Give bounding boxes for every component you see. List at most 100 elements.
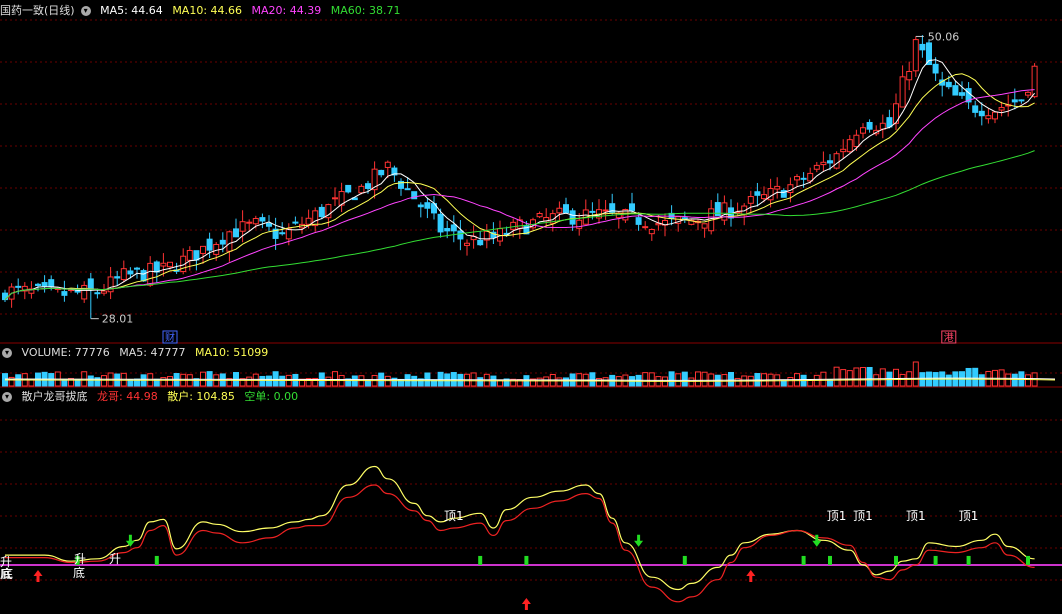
candle-body [266,223,272,227]
candle-body [1031,65,1038,98]
candle-body [312,210,319,227]
volume-bar [1005,373,1012,387]
volume-bars [2,361,1056,387]
buy-arrow-icon [521,598,531,610]
sell-arrow-icon [634,534,644,547]
candle-body [794,176,800,181]
sell-arrow-icon [812,534,822,547]
longge-label: 龙哥: 44.98 [97,390,158,403]
candle-body [945,81,952,88]
candle-body [807,172,814,182]
signal-rise: 升 [109,552,121,566]
candle-body [464,242,470,246]
volume-bar [167,376,173,387]
candle-body [820,161,827,166]
volume-ma10-label: MA10: 51099 [194,346,269,359]
candle-body [563,204,569,214]
volume-panel-header: ▾ VOLUME: 77776 MA5: 47777 MA10: 51099 [0,345,274,361]
high-price-label: 50.06 [928,30,960,43]
buy-arrow-icon [746,570,756,582]
green-bar [801,555,806,565]
sanhu-line [5,465,1035,591]
candle-body [972,105,979,113]
candle-body [556,207,563,214]
candle-body [827,160,833,164]
candle-body [404,188,411,191]
candle-body [81,284,88,300]
candle-body [978,110,985,117]
candle-body [378,169,385,176]
candle-body [998,107,1005,111]
volume-bar [477,377,484,387]
candle-body [61,291,68,296]
candle-body [167,261,173,268]
candle-body [860,127,866,134]
dropdown-icon[interactable]: ▾ [2,392,12,402]
signal-bottom: 底 [1,566,13,581]
dropdown-icon[interactable]: ▾ [80,6,91,16]
volume-bar [602,377,609,387]
volume-bar [332,371,338,387]
candle-body [450,224,457,232]
candle-body [846,139,853,153]
volume-bar [556,377,563,387]
chart-canvas: 底升底 底升 升顶1 顶1 顶1 顶1 顶1 50.0628.01财港 [0,19,1062,610]
volume-bar [701,371,708,387]
candle-body [615,212,622,219]
dropdown-icon[interactable]: ▾ [2,348,12,358]
signal-top: 顶1 [444,509,464,523]
candle-body [437,213,444,233]
green-bar [524,555,529,565]
candle-body [774,185,781,190]
candle-body [952,85,959,96]
volume-bar [266,375,272,387]
candle-body [160,262,167,267]
candle-body [186,250,193,261]
candle-body [919,43,926,51]
candle-body [853,134,860,148]
low-price-label: 28.01 [102,313,134,326]
candle-body [906,71,913,81]
volume-bar [688,377,695,387]
candle-body [1025,91,1031,96]
volume-bar [259,375,266,387]
candle-body [147,262,154,286]
volume-bar [787,377,794,387]
indicator-title: 散户龙哥拔底 [21,390,88,403]
volume-bar [28,379,35,387]
volume-bar [734,377,741,387]
candle-body [985,115,992,120]
candle-body [87,278,94,290]
volume-bar [642,372,649,387]
candle-body [912,39,919,72]
candle-body [365,183,371,189]
volume-bar [384,375,391,387]
volume-bar [728,371,734,387]
candle-body [932,63,939,74]
volume-ma5-label: MA5: 47777 [119,346,186,359]
candle-body [213,243,220,255]
candle-body [761,194,767,200]
candle-body [536,213,543,218]
green-bar [682,555,687,565]
candle-body [477,239,484,246]
volume-bar [536,377,543,387]
candle-body [754,191,761,196]
candle-body [134,267,140,270]
candle-body [120,268,127,281]
candle-body [140,270,147,282]
candle-body [992,111,998,120]
volume-bar [279,375,286,387]
candle-body [840,148,847,153]
volume-bar [695,371,701,387]
volume-bar [589,372,596,387]
candle-body [866,121,873,130]
candle-body [444,228,451,232]
signal-top: 顶1 [827,509,847,523]
candle-body [226,231,233,252]
volume-bar [879,368,886,387]
green-bar [1026,555,1030,565]
candle-body [285,228,292,240]
volume-bar [912,361,919,387]
candle-body [833,153,840,169]
